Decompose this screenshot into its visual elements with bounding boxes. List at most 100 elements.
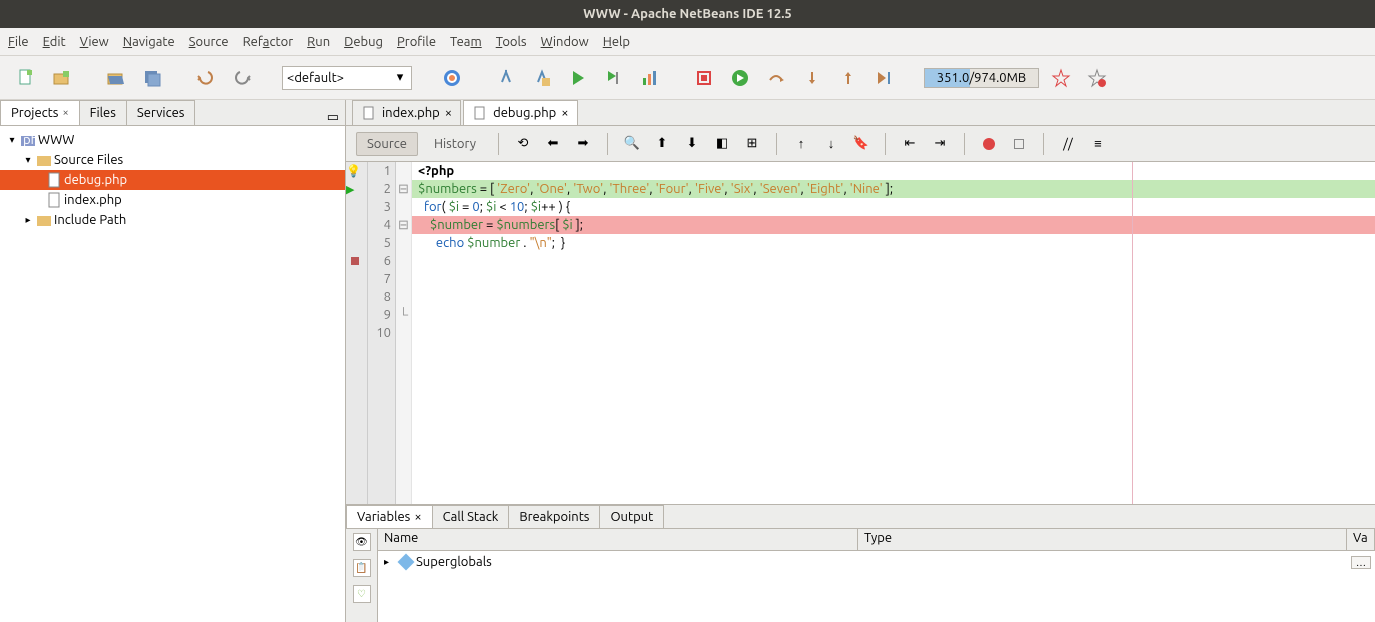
profile-button[interactable] [636, 64, 664, 92]
more-button[interactable]: … [1351, 556, 1371, 569]
line-number[interactable]: 5 [368, 234, 391, 252]
watch-add-button[interactable]: 📋 [353, 559, 371, 577]
find-prev-button[interactable]: ⬆ [650, 132, 674, 156]
editor-tab-index[interactable]: index.php × [352, 100, 461, 125]
run-button[interactable] [564, 64, 592, 92]
line-number[interactable]: 1 [368, 162, 391, 180]
column-value[interactable]: Va [1347, 529, 1375, 550]
step-into-button[interactable] [798, 64, 826, 92]
menu-source[interactable]: Source [189, 35, 229, 49]
expand-icon[interactable]: ▸ [22, 214, 34, 226]
prev-bookmark-button[interactable]: ↑ [789, 132, 813, 156]
notifications-button[interactable] [1047, 64, 1075, 92]
menu-profile[interactable]: Profile [397, 35, 436, 49]
clean-build-button[interactable] [528, 64, 556, 92]
comment-button[interactable]: // [1056, 132, 1080, 156]
save-all-button[interactable] [138, 64, 166, 92]
macro-record-button[interactable] [977, 132, 1001, 156]
menu-navigate[interactable]: Navigate [123, 35, 175, 49]
line-number[interactable]: 2 [368, 180, 391, 198]
browser-button[interactable] [438, 64, 466, 92]
memory-indicator[interactable]: 351.0/974.0MB [924, 68, 1039, 88]
last-edit-button[interactable]: ⟲ [511, 132, 535, 156]
line-number[interactable]: 3 [368, 198, 391, 216]
code-line[interactable] [565, 236, 571, 250]
menu-debug[interactable]: Debug [344, 35, 383, 49]
close-icon[interactable]: × [414, 510, 421, 524]
editor-tab-debug[interactable]: debug.php × [463, 100, 577, 125]
tab-breakpoints[interactable]: Breakpoints [508, 505, 600, 528]
code-line[interactable]: } [555, 236, 565, 250]
shift-right-button[interactable]: ⇥ [928, 132, 952, 156]
continue-button[interactable] [726, 64, 754, 92]
menu-refactor[interactable]: Refactor [243, 35, 294, 49]
expand-icon[interactable]: ▾ [6, 134, 18, 146]
code-line[interactable]: for( $i = 0; $i < 10; $i++ ) { [418, 200, 570, 214]
line-number[interactable]: 7 [368, 270, 391, 288]
line-number[interactable]: 6 [368, 252, 391, 270]
close-icon[interactable]: × [561, 106, 568, 120]
bp-glyph[interactable] [346, 252, 367, 270]
tree-include-path[interactable]: ▸ Include Path [0, 210, 345, 230]
favorites-button[interactable]: ♡ [353, 585, 371, 603]
menu-window[interactable]: Window [541, 35, 589, 49]
forward-button[interactable]: ➡ [571, 132, 595, 156]
run-config-select[interactable]: <default> ▾ [282, 66, 412, 90]
line-number[interactable]: 9 [368, 306, 391, 324]
redo-button[interactable] [228, 64, 256, 92]
tree-source-files[interactable]: ▾ Source Files [0, 150, 345, 170]
toggle-bookmark-button[interactable]: 🔖 [849, 132, 873, 156]
toggle-highlight-button[interactable]: ◧ [710, 132, 734, 156]
close-icon[interactable]: × [445, 106, 452, 120]
tab-variables[interactable]: Variables× [346, 505, 433, 528]
minimize-panel-button[interactable]: ▭ [321, 110, 345, 125]
undo-button[interactable] [192, 64, 220, 92]
line-number[interactable]: 10 [368, 324, 391, 342]
code-line[interactable]: echo $number . "\n"; [418, 236, 555, 250]
finish-debug-button[interactable] [690, 64, 718, 92]
open-project-button[interactable] [102, 64, 130, 92]
watch-toggle-button[interactable]: 👁 [353, 533, 371, 551]
arrow-glyph[interactable]: ▶ [346, 180, 367, 198]
shift-left-button[interactable]: ⇤ [898, 132, 922, 156]
variable-row[interactable]: ▸ Superglobals … [378, 551, 1375, 573]
code-line[interactable]: <?php [412, 164, 454, 178]
bulb-glyph[interactable]: 💡 [346, 162, 367, 180]
step-out-button[interactable] [834, 64, 862, 92]
tree-file-debug[interactable]: debug.php [0, 170, 345, 190]
line-number[interactable]: 8 [368, 288, 391, 306]
menu-edit[interactable]: Edit [43, 35, 66, 49]
column-name[interactable]: Name [378, 529, 858, 550]
tree-project-root[interactable]: ▾ php WWW [0, 130, 345, 150]
column-type[interactable]: Type [858, 529, 1347, 550]
code-line[interactable]: $numbers = [ 'Zero', 'One', 'Two', 'Thre… [412, 180, 1375, 198]
tab-output[interactable]: Output [599, 505, 664, 528]
back-button[interactable]: ⬅ [541, 132, 565, 156]
uncomment-button[interactable]: ≡ [1086, 132, 1110, 156]
new-project-button[interactable] [48, 64, 76, 92]
to=[interactable]: ⊞ [740, 132, 764, 156]
code-line[interactable] [570, 200, 576, 214]
build-button[interactable] [492, 64, 520, 92]
find-next-button[interactable]: ⬇ [680, 132, 704, 156]
step-over-button[interactable] [762, 64, 790, 92]
close-icon[interactable]: × [62, 107, 68, 119]
menu-help[interactable]: Help [603, 35, 630, 49]
menu-team[interactable]: Team [450, 35, 482, 49]
macro-stop-button[interactable] [1007, 132, 1031, 156]
code-line[interactable]: $number = $numbers[ $i ]; [412, 216, 1375, 234]
expand-icon[interactable]: ▸ [384, 556, 396, 568]
line-number[interactable]: 4 [368, 216, 391, 234]
run-to-cursor-button[interactable] [870, 64, 898, 92]
menu-tools[interactable]: Tools [496, 35, 527, 49]
debug-button[interactable] [600, 64, 628, 92]
error-indicator-button[interactable] [1083, 64, 1111, 92]
menu-view[interactable]: View [80, 35, 109, 49]
history-view-button[interactable]: History [424, 133, 486, 155]
expand-icon[interactable]: ▾ [22, 154, 34, 166]
fold-toggle[interactable]: ⊟ [396, 216, 411, 234]
code-editor[interactable]: 💡▶ 12345678910 ⊟⊟└ <?php$numbers = [ 'Ze… [346, 162, 1375, 504]
tab-files[interactable]: Files [79, 100, 127, 125]
tree-file-index[interactable]: index.php [0, 190, 345, 210]
fold-toggle[interactable]: ⊟ [396, 180, 411, 198]
